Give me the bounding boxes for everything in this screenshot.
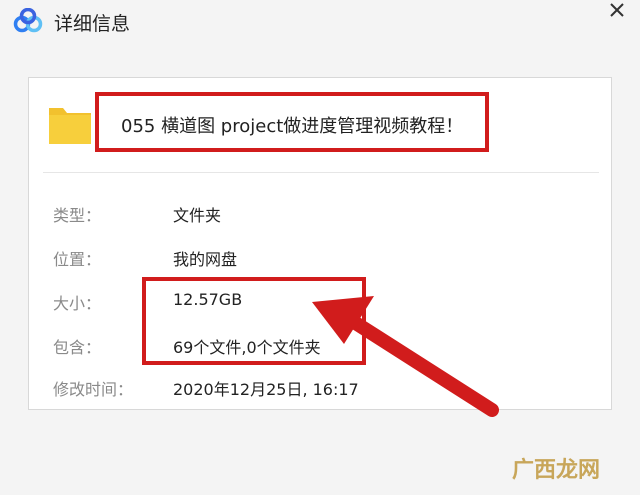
title-bar: 详细信息 [0,0,640,44]
field-label: 位置： [53,250,102,269]
field-modified: 修改时间： 2020年12月25日, 16:17 [29,374,613,404]
field-value: 2020年12月25日, 16:17 [173,380,359,399]
cloud-app-logo-icon [13,8,43,33]
divider [43,172,599,173]
filename-highlight-box [95,92,489,152]
field-value: 文件夹 [173,206,222,225]
field-label: 包含： [53,338,102,357]
field-location: 位置： 我的网盘 [29,244,613,274]
field-value: 我的网盘 [173,250,238,269]
field-label: 修改时间： [53,380,134,399]
field-label: 类型： [53,206,102,225]
close-icon[interactable] [600,0,634,26]
field-label: 大小： [53,294,102,313]
size-highlight-box [142,277,366,365]
window-title: 详细信息 [54,13,131,35]
watermark-text: 广西龙网 [512,458,601,483]
folder-icon [49,108,91,144]
field-type: 类型： 文件夹 [29,200,613,230]
